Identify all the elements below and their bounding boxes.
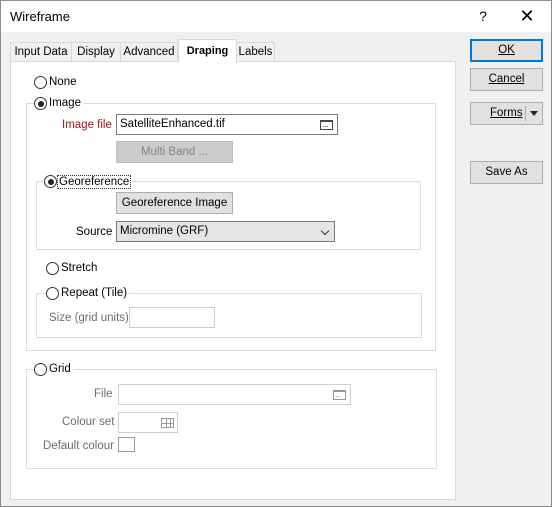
grid-label: Grid — [47, 363, 73, 375]
title-bar: Wireframe ? ✕ — [1, 1, 551, 32]
chevron-down-icon — [320, 226, 330, 236]
cancel-label: Cancel — [488, 73, 525, 85]
forms-label: Forms — [490, 107, 523, 119]
grid-file-input[interactable] — [118, 384, 351, 405]
image-file-value: SatelliteEnhanced.tif — [120, 118, 225, 130]
tab-display[interactable]: Display — [71, 42, 121, 62]
close-icon[interactable]: ✕ — [515, 5, 539, 27]
grid-radio[interactable] — [34, 363, 47, 376]
none-label: None — [49, 76, 77, 88]
stretch-radio[interactable] — [46, 262, 59, 275]
none-radio[interactable] — [34, 76, 47, 89]
file-label: File — [94, 388, 113, 400]
dropdown-arrow-icon[interactable] — [530, 111, 538, 116]
tab-draping[interactable]: Draping — [178, 39, 237, 63]
forms-split-divider — [525, 106, 526, 121]
ok-button[interactable]: OK — [470, 39, 543, 62]
size-input[interactable] — [129, 307, 215, 328]
image-radio[interactable] — [34, 97, 47, 110]
repeat-radio[interactable] — [46, 287, 59, 300]
colour-set-browse-icon[interactable] — [161, 418, 174, 428]
default-colour-swatch[interactable] — [118, 437, 135, 452]
default-colour-label: Default colour — [43, 440, 114, 452]
source-select[interactable]: Micromine (GRF) — [116, 221, 335, 242]
help-icon[interactable]: ? — [471, 5, 495, 27]
tab-advanced[interactable]: Advanced — [120, 42, 178, 62]
browse-icon[interactable] — [320, 115, 333, 134]
source-label: Source — [76, 226, 113, 238]
browse-icon[interactable] — [333, 385, 346, 404]
georeference-label: Georeference — [57, 175, 132, 189]
source-value: Micromine (GRF) — [120, 225, 209, 237]
save-as-button[interactable]: Save As — [470, 161, 543, 184]
window-title: Wireframe — [10, 9, 70, 24]
draping-panel: None Image Image file SatelliteEnhanced.… — [10, 61, 456, 500]
georeference-image-button[interactable]: Georeference Image — [116, 192, 233, 214]
image-label: Image — [47, 97, 83, 109]
georeference-radio[interactable] — [44, 175, 57, 188]
dialog-window: Wireframe ? ✕ Input Data Display Advance… — [0, 0, 552, 507]
forms-button[interactable]: Forms — [470, 102, 543, 125]
stretch-label: Stretch — [61, 262, 98, 274]
ok-label: OK — [498, 44, 515, 56]
size-grid-units-label: Size (grid units) — [49, 312, 129, 324]
multi-band-button[interactable]: Multi Band ... — [116, 141, 233, 163]
colour-set-input[interactable] — [118, 412, 178, 433]
colour-set-label: Colour set — [62, 416, 115, 428]
image-file-input[interactable]: SatelliteEnhanced.tif — [116, 114, 338, 135]
repeat-label: Repeat (Tile) — [59, 287, 130, 299]
tab-input-data[interactable]: Input Data — [10, 42, 72, 62]
cancel-button[interactable]: Cancel — [470, 68, 543, 91]
image-file-label: Image file — [62, 119, 112, 131]
tab-labels[interactable]: Labels — [236, 42, 275, 62]
